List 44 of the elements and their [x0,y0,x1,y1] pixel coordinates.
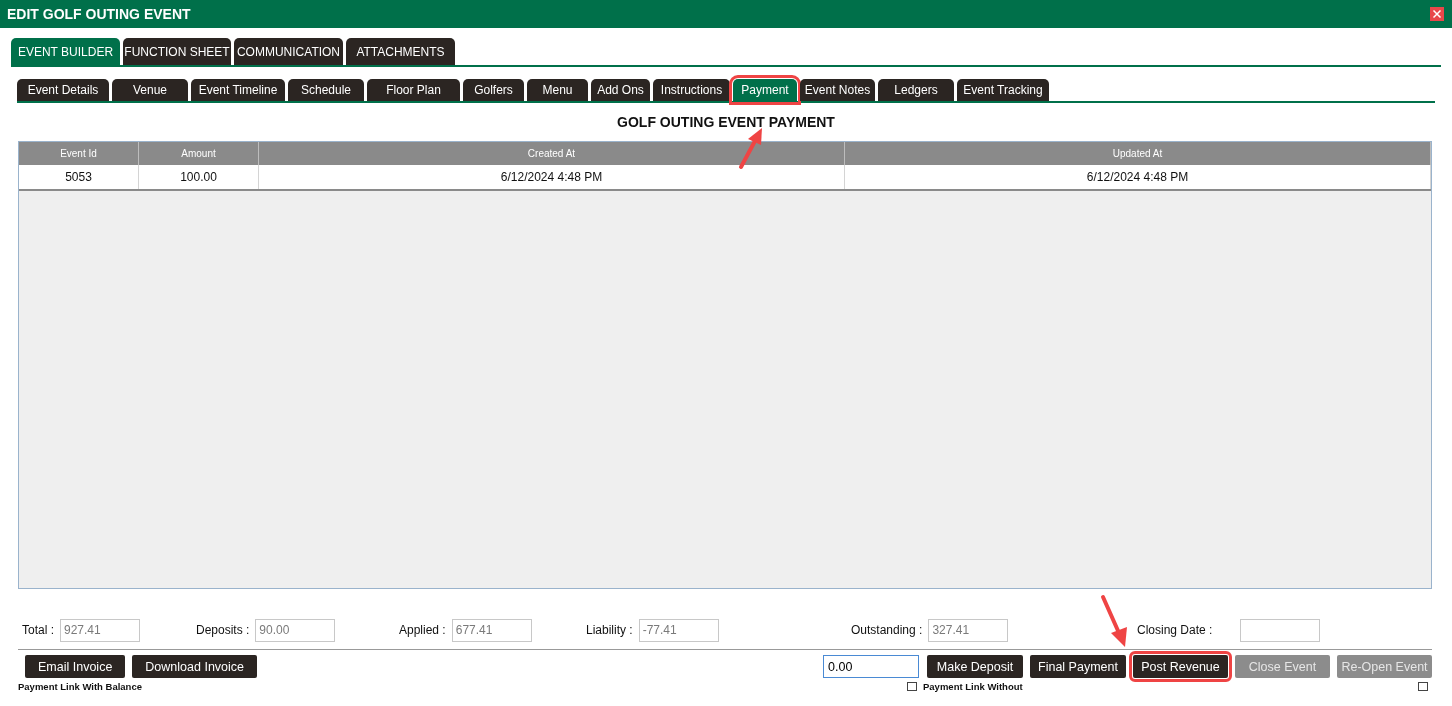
tab[interactable]: Event Tracking [957,79,1049,101]
table-cell: 6/12/2024 4:48 PM [259,165,845,189]
readonly-field[interactable]: 327.41 [928,618,1009,642]
tab[interactable]: Event Notes [800,79,875,101]
tab[interactable]: Venue [112,79,188,101]
amount-field[interactable]: 0.00 [823,655,919,678]
tab[interactable]: Menu [527,79,588,101]
tab[interactable]: Floor Plan [367,79,460,101]
field-label: Applied : [399,623,446,637]
field-label: Closing Date : [1137,623,1214,637]
tab[interactable]: COMMUNICATION [234,38,343,65]
close-icon[interactable] [1430,7,1444,21]
tab[interactable]: Event Timeline [191,79,285,101]
tab[interactable]: ATTACHMENTS [346,38,455,65]
window-title: EDIT GOLF OUTING EVENT [7,6,191,22]
readonly-field[interactable]: 677.41 [451,618,532,642]
field-label: Deposits : [196,623,250,637]
readonly-field[interactable]: 90.00 [255,618,336,642]
tab[interactable]: Schedule [288,79,364,101]
readonly-field[interactable]: 927.41 [60,618,140,642]
tab[interactable]: FUNCTION SHEET [123,38,231,65]
tab[interactable]: EVENT BUILDER [11,38,120,65]
field-label: Outstanding : [851,623,923,637]
tab[interactable]: Instructions [653,79,730,101]
section-heading: GOLF OUTING EVENT PAYMENT [617,114,835,130]
tab[interactable]: Add Ons [591,79,650,101]
copy-icon[interactable] [907,682,918,691]
action-button[interactable]: Final Payment [1030,655,1126,678]
invoice-button[interactable]: Email Invoice [25,655,126,678]
tab[interactable]: Golfers [463,79,524,101]
readonly-field[interactable] [1240,618,1320,642]
tab[interactable]: Event Details [17,79,109,101]
table-cell: 100.00 [139,165,259,189]
copy-icon[interactable] [1418,682,1429,691]
link-label: Payment Link With Balance [18,681,142,692]
invoice-button[interactable]: Download Invoice [132,655,257,678]
table-cell: 6/12/2024 4:48 PM [845,165,1431,189]
tab[interactable]: Ledgers [878,79,954,101]
field-label: Total : [22,623,54,637]
readonly-field[interactable]: -77.41 [638,618,719,642]
action-button[interactable]: Make Deposit [927,655,1023,678]
link-label: Payment Link Without [923,681,1023,692]
field-label: Liability : [586,623,633,637]
table-cell: 5053 [19,165,139,189]
